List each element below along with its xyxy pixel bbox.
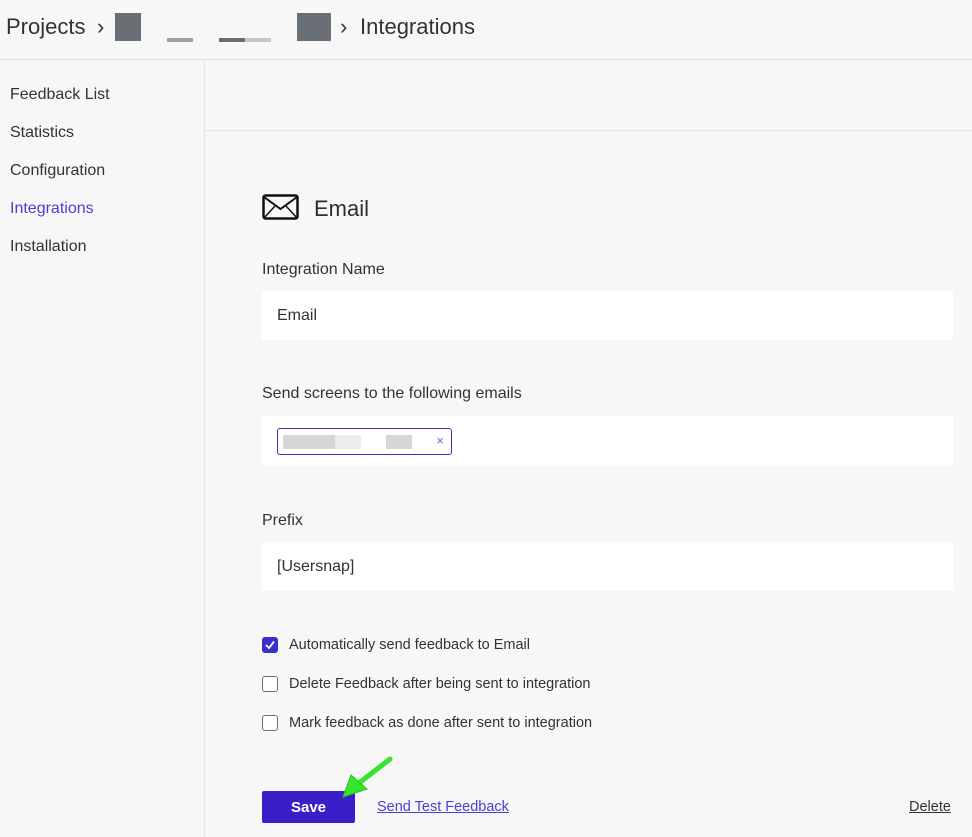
delete-after-send-checkbox[interactable] <box>262 676 278 692</box>
annotation-arrow-icon <box>342 756 393 798</box>
redacted-email <box>283 435 335 449</box>
sidebar-item-statistics[interactable]: Statistics <box>10 124 74 142</box>
chevron-right-icon: › <box>97 14 105 39</box>
integration-name-label: Integration Name <box>262 261 385 278</box>
redacted-project-name <box>297 13 331 41</box>
delete-link[interactable]: Delete <box>909 799 951 815</box>
header-bar: Projects › › Integrations <box>0 0 972 60</box>
prefix-label: Prefix <box>262 512 303 529</box>
sidebar-item-installation[interactable]: Installation <box>10 238 87 256</box>
breadcrumb-projects[interactable]: Projects <box>6 14 85 40</box>
sidebar-item-integrations[interactable]: Integrations <box>10 200 94 218</box>
mark-done-checkbox[interactable] <box>262 715 278 731</box>
chip-remove-icon[interactable]: × <box>436 433 444 448</box>
redacted-email <box>335 435 361 449</box>
redacted-project-name <box>167 38 193 42</box>
mark-done-label: Mark feedback as done after sent to inte… <box>289 715 593 731</box>
integration-title: Email <box>314 196 370 221</box>
auto-send-checkbox[interactable] <box>262 637 278 653</box>
integration-name-input[interactable] <box>262 291 953 340</box>
content-top-band <box>205 60 972 131</box>
send-test-feedback-link[interactable]: Send Test Feedback <box>377 799 509 815</box>
redacted-project-name <box>115 13 141 41</box>
redacted-project-name <box>245 38 271 42</box>
envelope-icon <box>262 194 299 220</box>
breadcrumb-integrations: Integrations <box>360 14 475 39</box>
email-chip[interactable]: × <box>277 428 452 455</box>
sidebar-item-feedback-list[interactable]: Feedback List <box>10 86 110 104</box>
auto-send-label: Automatically send feedback to Email <box>289 637 530 653</box>
emails-label: Send screens to the following emails <box>262 385 522 402</box>
chevron-right-icon: › <box>340 14 348 39</box>
delete-after-send-label: Delete Feedback after being sent to inte… <box>289 676 591 692</box>
redacted-project-name <box>219 38 245 42</box>
prefix-input[interactable] <box>262 542 953 591</box>
sidebar: Feedback List Statistics Configuration I… <box>0 60 205 837</box>
checkmark-icon <box>265 640 275 650</box>
sidebar-item-configuration[interactable]: Configuration <box>10 162 105 180</box>
redacted-email <box>386 435 412 449</box>
